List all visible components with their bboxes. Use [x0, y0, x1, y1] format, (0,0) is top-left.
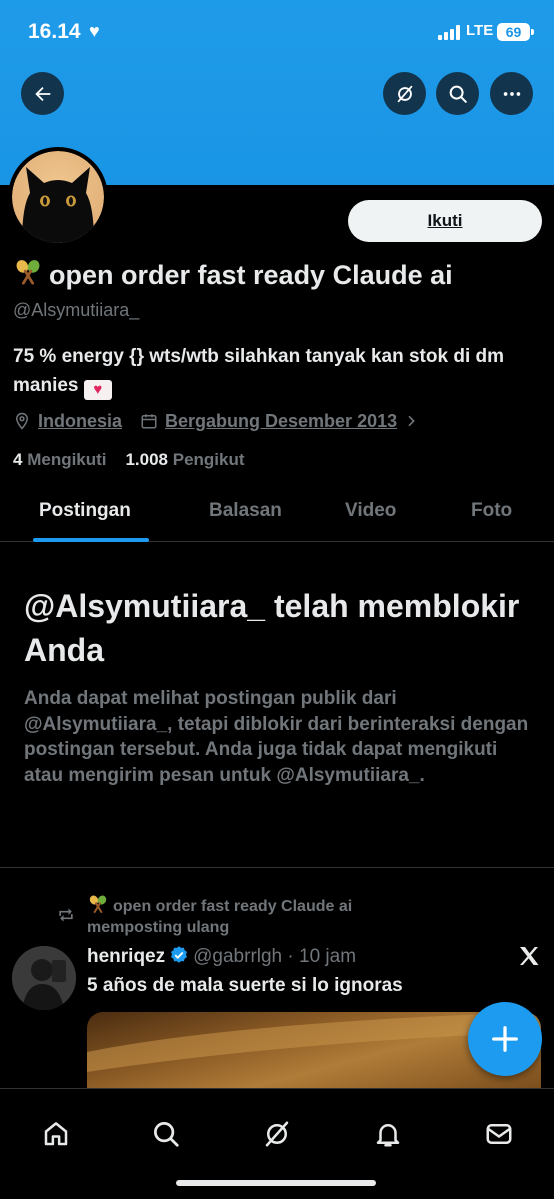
- location-link[interactable]: Indonesia: [38, 411, 122, 432]
- grok-icon: [397, 85, 412, 102]
- messages-icon[interactable]: [484, 1119, 514, 1149]
- calendar-icon: [141, 414, 157, 429]
- more-icon: [503, 91, 520, 96]
- home-indicator: [176, 1180, 376, 1186]
- following-label: Mengikuti: [27, 450, 107, 469]
- display-name: open order fast ready Claude ai: [13, 258, 453, 291]
- search-icon[interactable]: [151, 1119, 181, 1149]
- tweet-time: · 10 jam: [287, 946, 357, 967]
- black-cat-icon: [22, 167, 94, 243]
- chevron-right-icon[interactable]: [403, 413, 419, 429]
- network-type: LTE: [466, 22, 494, 39]
- maracas-emoji-icon: [16, 260, 40, 285]
- status-time: 16.14: [28, 20, 81, 43]
- divider: [0, 867, 554, 868]
- tweet-author-handle[interactable]: @gabrrlgh: [193, 946, 282, 967]
- search-button[interactable]: [436, 72, 479, 115]
- battery-tip: [531, 29, 534, 35]
- tweet-avatar[interactable]: [12, 946, 76, 1010]
- repost-label: open order fast ready Claude ai memposti…: [87, 894, 447, 938]
- tab-video[interactable]: Video: [345, 500, 396, 522]
- compose-button[interactable]: [468, 1002, 542, 1076]
- more-button[interactable]: [490, 72, 533, 115]
- repost-icon: [59, 908, 73, 922]
- tab-balasan[interactable]: Balasan: [209, 500, 282, 522]
- heart-status-icon: ♥: [89, 21, 100, 41]
- notifications-icon[interactable]: [373, 1119, 403, 1149]
- back-button[interactable]: [21, 72, 64, 115]
- status-bar: 16.14 ♥ LTE 69: [0, 0, 554, 66]
- love-letter-emoji-icon: ♥: [83, 380, 112, 400]
- avatar-image: [12, 151, 104, 243]
- following-count: 4: [13, 450, 23, 469]
- plus-icon: [492, 1026, 518, 1052]
- grok-icon[interactable]: [262, 1119, 292, 1149]
- profile-tabs: Postingan Balasan Video Foto: [0, 490, 554, 542]
- avatar-image: [12, 946, 76, 1010]
- profile-bio: 75 % energy {} wts/wtb silahkan tanyak k…: [13, 342, 543, 400]
- profile-meta: Indonesia Bergabung Desember 2013: [13, 409, 419, 433]
- grok-button[interactable]: [383, 72, 426, 115]
- verified-badge-icon: [171, 946, 188, 963]
- battery-icon: 69: [497, 23, 530, 41]
- search-icon: [449, 85, 467, 103]
- follow-stats: 4 Mengikuti 1.008 Pengikut: [13, 450, 245, 470]
- followers-stat[interactable]: 1.008 Pengikut: [125, 450, 244, 469]
- maracas-emoji-icon: [89, 895, 107, 913]
- home-icon[interactable]: [41, 1119, 71, 1149]
- followers-count: 1.008: [125, 450, 168, 469]
- signal-icon: [438, 25, 462, 40]
- followers-label: Pengikut: [172, 450, 245, 469]
- x-logo-icon: [520, 947, 539, 965]
- profile-handle: @Alsymutiiara_: [13, 300, 140, 320]
- repost-text: open order fast ready Claude ai memposti…: [87, 898, 353, 936]
- follow-button[interactable]: Ikuti: [348, 200, 542, 242]
- arrow-left-icon: [34, 86, 50, 101]
- following-stat[interactable]: 4 Mengikuti: [13, 450, 107, 469]
- tab-postingan[interactable]: Postingan: [39, 500, 131, 522]
- display-name-text: open order fast ready Claude ai: [49, 260, 453, 290]
- blocked-description: Anda dapat melihat postingan publik dari…: [24, 688, 529, 786]
- tweet-text: 5 años de mala suerte si lo ignoras: [87, 975, 403, 996]
- profile-avatar[interactable]: [8, 147, 108, 247]
- tweet-author-name[interactable]: henriqez: [87, 946, 165, 967]
- tab-foto[interactable]: Foto: [471, 500, 512, 522]
- tweet-header: henriqez @gabrrlgh · 10 jam: [87, 945, 356, 968]
- location-icon: [15, 412, 29, 430]
- active-tab-indicator: [33, 538, 149, 542]
- joined-date[interactable]: Bergabung Desember 2013: [165, 411, 397, 432]
- blocked-title: @Alsymutiiara_ telah memblokir Anda: [24, 588, 520, 668]
